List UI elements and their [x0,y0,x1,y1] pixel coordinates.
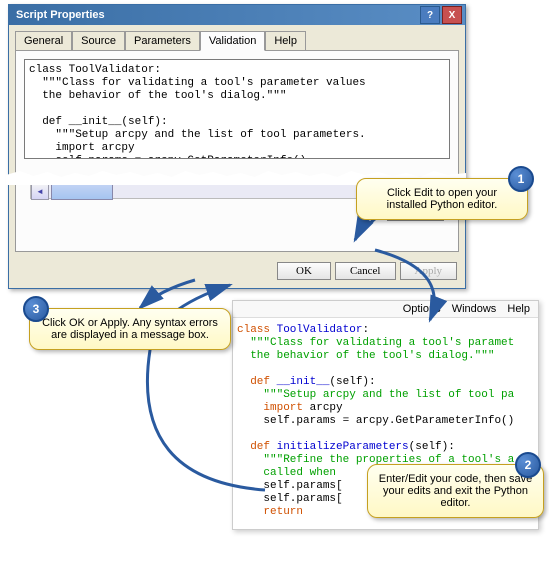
callout-3: Click OK or Apply. Any syntax errors are… [29,308,231,350]
menu-help[interactable]: Help [507,303,530,315]
step-badge-1: 1 [508,166,534,192]
code-kw: class [237,324,277,336]
code-str: """Class for validating a tool's paramet [237,337,514,349]
tab-validation[interactable]: Validation [200,31,266,51]
code-fn: initializeParameters [277,441,409,453]
help-icon[interactable]: ? [420,6,440,24]
step-badge-3: 3 [23,296,49,322]
titlebar: Script Properties ? X [9,5,465,25]
tab-strip: General Source Parameters Validation Hel… [9,25,465,51]
apply-button[interactable]: Apply [400,262,458,280]
tab-general[interactable]: General [15,31,72,51]
code-str: called when [237,467,343,479]
code-text: arcpy [310,402,343,414]
tab-source[interactable]: Source [72,31,125,51]
callout-2-text: Enter/Edit your code, then save your edi… [379,473,532,509]
code-cls: ToolValidator [277,324,363,336]
code-kw: def [237,376,277,388]
code-text: self.params[ [237,480,343,492]
tab-help[interactable]: Help [265,31,306,51]
callout-3-text: Click OK or Apply. Any syntax errors are… [42,317,218,341]
ok-button[interactable]: OK [277,262,331,280]
code-text: self.params = arcpy.GetParameterInfo() [237,415,514,427]
code-text: (self): [409,441,455,453]
callout-1: Click Edit to open your installed Python… [356,178,528,220]
code-fn: __init__ [277,376,330,388]
code-text: self.params[ [237,493,343,505]
callout-1-text: Click Edit to open your installed Python… [387,187,498,211]
dialog-title: Script Properties [12,9,105,21]
code-textarea[interactable]: class ToolValidator: """Class for valida… [24,59,450,159]
code-str: """Setup arcpy and the list of tool pa [237,389,514,401]
code-text: (self): [329,376,375,388]
menu-options[interactable]: Options [403,303,441,315]
close-icon[interactable]: X [442,6,462,24]
cancel-button[interactable]: Cancel [335,262,396,280]
editor-menubar: Options Windows Help [233,301,538,318]
code-str: the behavior of the tool's dialog.""" [237,350,494,362]
code-kw: def [237,441,277,453]
code-kw: import [237,402,310,414]
step-badge-2: 2 [515,452,541,478]
menu-windows[interactable]: Windows [452,303,497,315]
code-text: : [362,324,369,336]
code-kw: return [237,506,303,518]
tab-parameters[interactable]: Parameters [125,31,200,51]
tab-panel: class ToolValidator: """Class for valida… [15,50,459,252]
script-properties-dialog: Script Properties ? X General Source Par… [8,4,466,289]
dialog-button-row: OK Cancel Apply [277,262,457,280]
titlebar-buttons: ? X [420,6,462,24]
